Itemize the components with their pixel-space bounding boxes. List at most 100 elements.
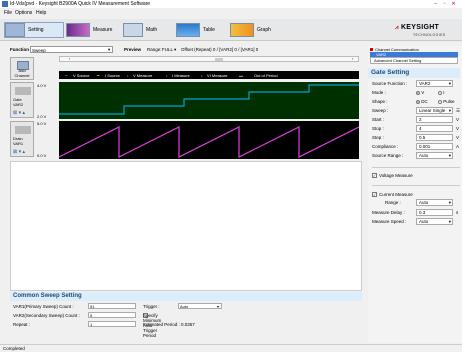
mode-v-radio[interactable]: V — [416, 90, 424, 95]
legend-isource-swatch: ━ — [97, 72, 100, 78]
gear-icon — [5, 23, 25, 37]
shape-dc-radio[interactable]: DC — [416, 99, 428, 104]
measure-button[interactable]: Measure — [66, 22, 118, 38]
measure-range-chevron-icon: ▾ — [448, 200, 451, 205]
function-select[interactable]: Sweep ▾ — [30, 46, 113, 53]
scroll-left-icon[interactable]: ‹ — [69, 56, 70, 61]
shape-dc-label: DC — [421, 99, 428, 104]
gate-channel-card[interactable]: Gate VAR2 ⊠ ▾ ▴ — [10, 82, 34, 118]
step-input[interactable]: 0.5 — [416, 134, 453, 141]
menu-help[interactable]: Help — [36, 10, 46, 16]
trigger-chevron-icon: ▾ — [216, 304, 219, 309]
channel-communication-icon — [370, 48, 373, 52]
measure-range-value: Auto — [419, 200, 429, 205]
function-label: Function — [10, 47, 29, 52]
gate-channel-controls[interactable]: ⊠ ▾ ▴ — [13, 110, 25, 116]
sweep-select[interactable]: Linear Single ▾ — [416, 107, 453, 114]
table-label: Table — [203, 27, 215, 33]
checkbox-checked-icon: ✓ — [372, 192, 377, 198]
mode-label: Mode : — [372, 90, 386, 95]
minimize-button[interactable]: – — [432, 1, 439, 7]
stop-label: Stop : — [372, 126, 384, 131]
source-range-label: Source Range : — [372, 153, 404, 158]
drain-channel-card[interactable]: Drain VAR1 ⊠ ▾ ▴ — [10, 121, 34, 157]
divider — [372, 167, 460, 168]
voltage-measure-checkbox[interactable]: ✓ Voltage Measure — [372, 172, 460, 180]
menu-options[interactable]: Options — [15, 10, 32, 16]
legend-vmeasure-swatch: • — [127, 72, 129, 78]
math-button[interactable]: Math — [123, 22, 171, 38]
stop-input[interactable]: 4 — [416, 125, 453, 132]
step-unit: V — [456, 135, 460, 140]
measure-delay-label: Measure Delay : — [372, 210, 405, 215]
tab-advanced-channel-setting[interactable]: Advanced Channel Setting — [370, 57, 458, 64]
mode-row: Mode : V I — [372, 89, 460, 97]
current-measure-label: Current Measure — [379, 192, 413, 197]
start-row: Start : 2 V — [372, 116, 460, 124]
close-button[interactable]: ✕ — [450, 1, 457, 7]
setting-button[interactable]: Setting — [4, 22, 64, 38]
gate-channel-var: VAR2 — [13, 102, 24, 107]
radio-icon — [438, 90, 442, 95]
measure-label: Measure — [93, 27, 113, 33]
graph-icon — [230, 23, 254, 37]
settings-tabs: Channel Communication VAR2 Advanced Chan… — [368, 46, 460, 66]
source-function-select[interactable]: VAR2 ▾ — [416, 80, 453, 87]
range-value[interactable]: FULL — [162, 47, 173, 52]
sweep-value: Linear Single — [419, 108, 446, 113]
scroll-right-icon[interactable]: › — [352, 56, 353, 61]
app-icon — [2, 1, 8, 7]
measure-icon — [66, 23, 90, 37]
measure-delay-input[interactable]: 0.3 — [416, 209, 453, 216]
gate-channel-icon — [15, 87, 31, 95]
add-channel-button[interactable]: Add Channel — [10, 57, 34, 80]
trigger-select[interactable]: Auto ▾ — [178, 303, 222, 309]
work-area — [10, 161, 362, 291]
graph-button[interactable]: Graph — [230, 22, 280, 38]
trigger-label: Trigger : — [143, 304, 160, 309]
drain-channel-controls[interactable]: ⊠ ▾ ▴ — [13, 149, 25, 155]
keysight-logo: ⩘ KEYSIGHT — [395, 24, 439, 32]
maximize-button[interactable]: ▫ — [441, 1, 448, 7]
range-chevron-icon[interactable]: ▾ — [174, 47, 176, 53]
repeat-label: Repeat : — [13, 322, 31, 327]
sweep-row: Sweep : Linear Single ▾ ☰ — [372, 107, 460, 115]
toolbar: Setting Measure Math Table Graph — [0, 19, 462, 41]
measure-speed-select[interactable]: Auto ▾ — [416, 218, 453, 225]
voltage-measure-label: Voltage Measure — [379, 173, 413, 178]
start-input[interactable]: 2 — [416, 116, 453, 123]
measure-speed-label: Measure Speed : — [372, 219, 407, 224]
source-range-row: Source Range : Auto ▾ — [372, 152, 460, 160]
mode-i-label: I — [443, 90, 445, 95]
source-range-select[interactable]: Auto ▾ — [416, 152, 453, 159]
add-channel-label: Add Channel — [14, 68, 30, 78]
sweep-list-icon[interactable]: ☰ — [456, 108, 460, 114]
measure-range-label: Range : — [385, 200, 401, 205]
compliance-unit: A — [456, 144, 460, 149]
current-measure-checkbox[interactable]: ✓ Current Measure — [372, 191, 460, 199]
measure-range-select[interactable]: Auto ▾ — [416, 199, 453, 206]
scroll-thumb[interactable] — [215, 58, 223, 61]
var2-count-input[interactable]: 5 — [88, 312, 136, 318]
measure-speed-value: Auto — [419, 219, 429, 224]
repeat-input[interactable]: 1 — [88, 321, 136, 327]
compliance-input[interactable]: 0.001 — [416, 143, 453, 150]
sweep-chevron-icon: ▾ — [448, 108, 451, 113]
source-function-row: Source Function : VAR2 ▾ — [372, 80, 460, 88]
var1-count-input[interactable]: 51 — [88, 303, 136, 309]
table-button[interactable]: Table — [176, 22, 226, 38]
estimated-period: Estimated Period : 0.0357 — [143, 322, 195, 327]
mode-i-radio[interactable]: I — [438, 90, 445, 95]
radio-selected-icon — [416, 90, 420, 95]
shape-pulse-label: Pulse — [443, 99, 455, 104]
gate-ymin-label: 2.0 V — [37, 114, 47, 119]
start-unit: V — [456, 117, 460, 122]
checkbox-checked-icon: ✓ — [372, 173, 377, 179]
compliance-row: Compliance : 0.001 A — [372, 143, 460, 151]
drain-ymin-label: 0.0 V — [37, 153, 47, 158]
preview-scrollbar[interactable]: ‹ › — [59, 56, 359, 62]
drain-channel-icon — [15, 126, 31, 134]
menu-file[interactable]: File — [4, 10, 12, 16]
menu-bar: File Options Help — [0, 9, 462, 18]
shape-pulse-radio[interactable]: Pulse — [438, 99, 455, 104]
